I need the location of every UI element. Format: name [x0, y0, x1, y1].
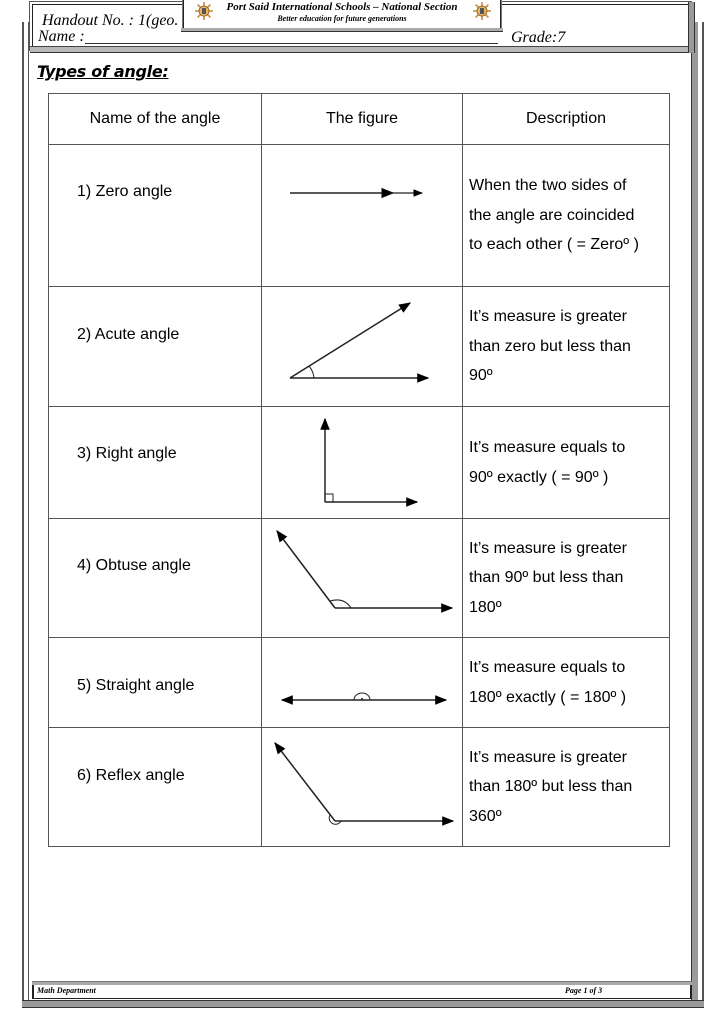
angle-name: 5) Straight angle — [77, 677, 195, 694]
figure-cell — [261, 144, 463, 287]
school-logo-icon — [473, 2, 491, 20]
description-cell: When the two sides of the angle are coin… — [462, 144, 670, 287]
description-line: 180º — [469, 598, 502, 616]
figure-cell — [261, 637, 463, 728]
description-line: 360º — [469, 807, 502, 825]
figure-cell — [261, 406, 463, 519]
table-row: 2) Acute angle It’s measure is greater t… — [48, 286, 670, 407]
angle-name-cell: 2) Acute angle — [48, 286, 262, 407]
description-cell: It’s measure equals to 90º exactly ( = 9… — [462, 406, 670, 519]
frame-bevel-right — [691, 22, 698, 1004]
description-cell: It’s measure equals to 180º exactly ( = … — [462, 637, 670, 728]
zero-angle-figure — [290, 187, 423, 199]
name-blank-line — [85, 43, 498, 44]
right-angle-marker — [324, 493, 334, 503]
angle-name: 2) Acute angle — [77, 326, 180, 343]
footer-bevel — [32, 981, 692, 985]
angle-types-table: Name of the angle The figure Description… — [48, 93, 670, 847]
frame-inner-border — [28, 22, 29, 1004]
figure-cell — [261, 518, 463, 638]
column-header: Description — [462, 93, 670, 145]
ray — [274, 742, 336, 822]
grade-label: Grade:7 — [511, 29, 566, 46]
page-footer: Math Department Page 1 of 3 — [32, 981, 692, 999]
frame-bevel-bottom — [22, 1000, 704, 1008]
description-cell: It’s measure is greater than zero but le… — [462, 286, 670, 407]
description-line: the angle are coincided — [469, 206, 635, 224]
description-line: 180º exactly ( = 180º ) — [469, 688, 627, 706]
vertex-point — [361, 698, 363, 700]
table-row: 5) Straight angle It’s measure equals to… — [48, 637, 670, 728]
description-cell: It’s measure is greater than 90º but les… — [462, 518, 670, 638]
ray — [289, 302, 412, 379]
table-row: 6) Reflex angle It’s measure is greater … — [48, 727, 670, 847]
reflex-angle-figure — [274, 742, 455, 826]
description-line: to each other ( = Zeroº ) — [469, 236, 639, 254]
acute-angle-figure — [289, 302, 430, 383]
description-line: than 90º but less than — [469, 569, 624, 587]
column-header: The figure — [261, 93, 463, 145]
page-number: Page 1 of 3 — [565, 986, 603, 995]
description-line: It’s measure is greater — [469, 539, 627, 557]
obtuse-angle-figure — [276, 530, 454, 613]
description-line: It’s measure equals to — [469, 439, 626, 456]
table-row: 4) Obtuse angle It’s measure is greater … — [48, 518, 670, 638]
table-header-row: Name of the angle The figure Description — [48, 93, 670, 145]
figure-cell — [261, 727, 463, 847]
angle-name: 3) Right angle — [77, 445, 177, 462]
angle-name: 1) Zero angle — [77, 183, 173, 200]
description-line: It’s measure is greater — [469, 308, 627, 326]
angle-name-cell: 3) Right angle — [48, 406, 262, 519]
school-banner: Port Said International Schools – Nation… — [181, 0, 503, 32]
straight-angle-figure — [280, 692, 448, 705]
table-row: 3) Right angle It’s measure equals to 90… — [48, 406, 670, 519]
description-line: 90º exactly ( = 90º ) — [469, 468, 609, 486]
angle-name-cell: 6) Reflex angle — [48, 727, 262, 847]
description-line: It’s measure is greater — [469, 748, 627, 766]
angle-arc — [308, 365, 315, 379]
description-cell: It’s measure is greater than 180º but le… — [462, 727, 670, 847]
description-line: When the two sides of — [469, 177, 627, 195]
description-line: than 180º but less than — [469, 778, 633, 796]
figure-cell — [261, 286, 463, 407]
department-label: Math Department — [37, 986, 96, 995]
angle-name-cell: 4) Obtuse angle — [48, 518, 262, 638]
header-bevel-right — [688, 2, 695, 53]
angle-name-cell: 5) Straight angle — [48, 637, 262, 728]
column-header: Name of the angle — [48, 93, 262, 145]
school-motto: Better education for future generations — [277, 14, 407, 23]
ray — [276, 530, 336, 609]
school-name: Port Said International Schools – Nation… — [226, 1, 458, 13]
header-bevel — [30, 46, 691, 53]
table-row: 1) Zero angle When the two sides of the … — [48, 144, 670, 287]
right-angle-figure — [320, 417, 419, 507]
name-label: Name : — [38, 28, 85, 45]
description-line: 90º — [469, 367, 493, 385]
description-line: than zero but less than — [469, 337, 631, 355]
banner-bevel — [181, 28, 503, 32]
angle-name: 4) Obtuse angle — [77, 557, 191, 574]
description-line: It’s measure equals to — [469, 659, 626, 676]
angle-name: 6) Reflex angle — [77, 767, 185, 784]
section-title: Types of angle: — [37, 62, 169, 81]
angle-name-cell: 1) Zero angle — [48, 144, 262, 287]
